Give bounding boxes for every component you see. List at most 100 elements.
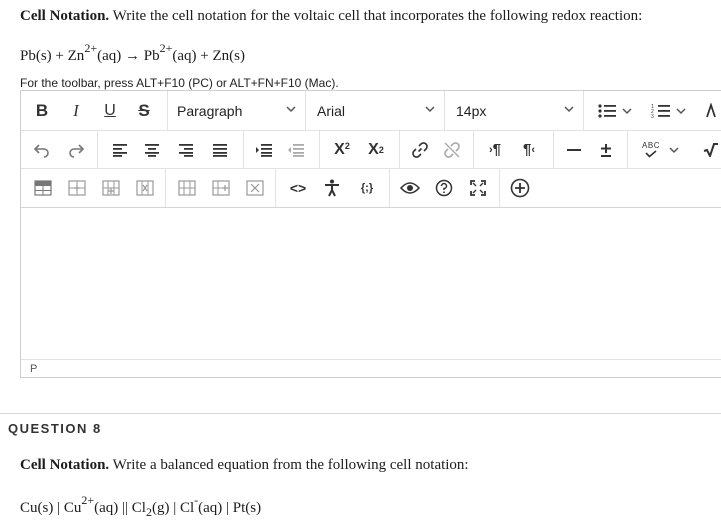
question-7-prompt: Write the cell notation for the voltaic … xyxy=(112,8,643,24)
redo-button[interactable] xyxy=(63,131,89,168)
table-split-icon xyxy=(212,180,230,196)
table-cell-delete-button[interactable] xyxy=(243,169,267,207)
math-equation-button[interactable] xyxy=(699,131,721,168)
outdent-button[interactable] xyxy=(283,131,309,168)
question-8-title: Cell Notation. Write a balanced equation… xyxy=(20,457,469,474)
outdent-icon xyxy=(288,143,304,157)
font-size-select[interactable]: 14px xyxy=(447,91,583,131)
rtl-button[interactable]: ¶ ‹ xyxy=(515,131,543,168)
cell-notation: Cu(s) | Cu2+(aq) || Cl2(g) | Cl-(aq) | P… xyxy=(20,493,262,519)
help-icon xyxy=(435,179,453,197)
table-insert-row-button[interactable] xyxy=(65,169,89,207)
redo-icon xyxy=(69,143,85,158)
bullet-list-icon xyxy=(598,103,632,118)
preview-button[interactable] xyxy=(397,169,423,207)
horizontal-line-button[interactable] xyxy=(561,131,587,168)
table-split-button[interactable] xyxy=(209,169,233,207)
editor-content-area[interactable] xyxy=(21,209,721,359)
table-cell-delete-icon xyxy=(246,180,264,196)
help-button[interactable] xyxy=(431,169,457,207)
insert-table-button[interactable] xyxy=(31,169,55,207)
numbered-list-button[interactable]: 1 2 3 xyxy=(645,91,693,130)
question-8-label: QUESTION 8 xyxy=(8,421,102,436)
toolbar-row-1: B I U S Paragraph Arial 14px 1 2 3 xyxy=(21,91,721,131)
font-family-select[interactable]: Arial xyxy=(308,91,444,131)
product-pb-ion: Pb2+(aq) xyxy=(143,41,197,64)
source-code-button[interactable]: <> xyxy=(285,169,311,207)
editor-path-indicator: P xyxy=(21,359,721,377)
indent-button[interactable] xyxy=(251,131,277,168)
align-left-icon xyxy=(113,143,127,157)
table-column-icon xyxy=(102,180,120,196)
table-row-icon xyxy=(68,180,86,196)
table-insert-column-button[interactable] xyxy=(99,169,123,207)
toolbar-hint: For the toolbar, press ALT+F10 (PC) or A… xyxy=(20,76,339,90)
redox-reaction: Pb(s) + Zn2+(aq) → Pb2+(aq) + Zn(s) xyxy=(20,41,246,65)
bold-button[interactable]: B xyxy=(29,91,55,130)
table-delete-button[interactable] xyxy=(133,169,157,207)
spellcheck-button[interactable]: ABC xyxy=(635,131,687,168)
question-divider xyxy=(0,413,721,414)
text-color-button[interactable] xyxy=(699,91,721,130)
plus-minus-icon xyxy=(601,143,611,157)
text-color-icon xyxy=(706,102,716,117)
question-7-heading: Cell Notation. xyxy=(20,8,110,24)
add-content-button[interactable] xyxy=(507,169,533,207)
plus-sign: + xyxy=(200,48,209,64)
product-zn: Zn(s) xyxy=(212,48,246,64)
toolbar-row-2: X2 X2 › ¶ ¶ ‹ ABC xyxy=(21,131,721,169)
numbered-list-icon: 1 2 3 xyxy=(651,104,686,119)
accessibility-icon xyxy=(325,179,339,197)
underline-button[interactable]: U xyxy=(97,91,123,130)
template-button[interactable]: {;} xyxy=(353,169,381,207)
block-format-select[interactable]: Paragraph xyxy=(168,91,305,131)
toolbar-row-3: <> {;} xyxy=(21,169,721,208)
align-justify-button[interactable] xyxy=(207,131,233,168)
table-merge-button[interactable] xyxy=(175,169,199,207)
link-icon xyxy=(412,141,428,158)
fullscreen-button[interactable] xyxy=(465,169,491,207)
reaction-arrow: → xyxy=(125,48,140,64)
unlink-icon xyxy=(444,141,460,158)
accessibility-button[interactable] xyxy=(319,169,345,207)
align-right-button[interactable] xyxy=(173,131,199,168)
question-8-heading: Cell Notation. xyxy=(20,457,110,473)
align-center-icon xyxy=(145,143,159,157)
plus-minus-button[interactable] xyxy=(593,131,619,168)
align-center-button[interactable] xyxy=(139,131,165,168)
remove-link-button[interactable] xyxy=(439,131,465,168)
italic-button[interactable]: I xyxy=(63,91,89,130)
question-8-prompt: Write a balanced equation from the follo… xyxy=(112,457,469,473)
table-delete-icon xyxy=(136,180,154,196)
horizontal-line-icon xyxy=(567,148,581,151)
align-justify-icon xyxy=(213,143,227,157)
table-icon xyxy=(34,180,52,196)
chevron-down-icon xyxy=(425,106,435,113)
indent-icon xyxy=(256,143,272,157)
ltr-button[interactable]: › ¶ xyxy=(481,131,509,168)
eye-icon xyxy=(400,182,420,194)
undo-button[interactable] xyxy=(29,131,55,168)
question-7-title: Cell Notation. Write the cell notation f… xyxy=(20,8,642,25)
bullet-list-button[interactable] xyxy=(591,91,639,130)
strikethrough-button[interactable]: S xyxy=(131,91,157,130)
fullscreen-icon xyxy=(470,180,486,196)
block-format-value: Paragraph xyxy=(177,103,243,119)
reactant-zn-ion: Zn2+(aq) xyxy=(67,41,122,64)
reactant-pb: Pb(s) xyxy=(20,48,52,64)
font-size-value: 14px xyxy=(456,103,487,119)
insert-link-button[interactable] xyxy=(407,131,433,168)
square-root-icon xyxy=(703,142,718,157)
plus-circle-icon xyxy=(510,178,530,198)
undo-icon xyxy=(33,143,49,158)
chevron-down-icon xyxy=(669,146,679,153)
superscript-button[interactable]: X2 xyxy=(327,131,357,168)
chevron-down-icon xyxy=(286,106,296,113)
subscript-button[interactable]: X2 xyxy=(361,131,391,168)
chevron-down-icon xyxy=(564,106,574,113)
table-merge-icon xyxy=(178,180,196,196)
align-right-icon xyxy=(179,143,193,157)
plus-sign: + xyxy=(55,48,64,64)
spellcheck-icon: ABC xyxy=(642,141,660,158)
align-left-button[interactable] xyxy=(107,131,133,168)
